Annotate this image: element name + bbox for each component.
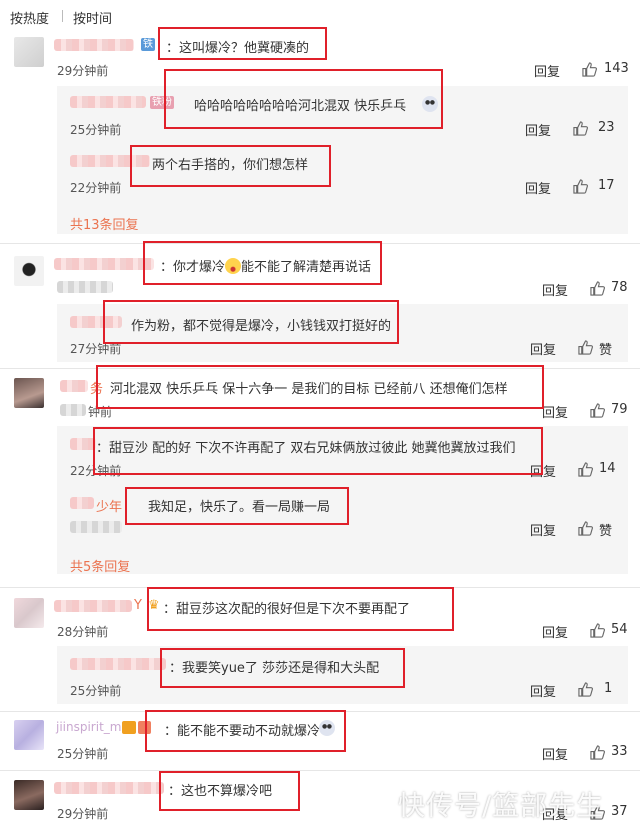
reply-time: 22分钟前 (70, 181, 122, 195)
highlight-box (160, 648, 405, 688)
reply-button[interactable]: 回复 (530, 681, 556, 700)
highlight-box (147, 587, 454, 631)
like-count: 14 (599, 461, 616, 476)
highlight-box (159, 771, 300, 811)
reply-username-blurred[interactable] (70, 96, 146, 108)
avatar[interactable] (14, 256, 44, 286)
username-blurred[interactable] (54, 600, 132, 612)
sort-separator (62, 10, 63, 22)
reply-time-blurred (70, 521, 122, 533)
like-count: 33 (611, 744, 628, 759)
reply-username-blurred[interactable] (70, 658, 166, 670)
username-blurred[interactable] (54, 258, 154, 270)
reply-button[interactable]: 回复 (525, 120, 551, 139)
like-count: 17 (598, 178, 615, 193)
reply-button[interactable]: 回复 (534, 61, 560, 80)
avatar[interactable] (14, 378, 44, 408)
sort-by-hot-tab[interactable]: 按热度 (10, 8, 49, 27)
reply-button[interactable]: 回复 (542, 402, 568, 421)
reply-button[interactable]: 回复 (530, 520, 556, 539)
highlight-box (96, 365, 544, 409)
comment-time-blurred (60, 404, 86, 416)
highlight-box (145, 710, 346, 752)
reply-time: 25分钟前 (70, 123, 122, 137)
like-count: 37 (611, 804, 628, 819)
like-thumb-icon[interactable] (590, 281, 605, 296)
username-blurred[interactable] (54, 782, 164, 794)
like-thumb-icon[interactable] (573, 179, 588, 194)
comment-time: 28分钟前 (57, 625, 109, 639)
username-suffix[interactable]: Y (134, 598, 142, 613)
comment-time: 29分钟前 (57, 64, 109, 78)
like-thumb-icon[interactable] (578, 521, 593, 536)
highlight-box (143, 241, 382, 285)
comment-time: 25分钟前 (57, 747, 109, 761)
sort-bar: 按热度 按时间 (0, 0, 640, 30)
like-count: 23 (598, 120, 615, 135)
like-thumb-icon[interactable] (582, 62, 597, 77)
reply-button[interactable]: 回复 (530, 339, 556, 358)
highlight-box (125, 487, 349, 525)
like-label: 赞 (599, 524, 613, 539)
highlight-box (130, 145, 331, 187)
fan-badge: 铁 (141, 38, 155, 51)
like-count: 1 (604, 681, 613, 696)
like-thumb-icon[interactable] (578, 462, 593, 477)
reply-button[interactable]: 回复 (542, 744, 568, 763)
username-blurred[interactable] (54, 39, 134, 51)
highlight-box (103, 300, 399, 344)
like-label: 赞 (599, 343, 613, 358)
more-replies-link[interactable]: 共13条回复 (70, 214, 139, 233)
reply-username[interactable]: 少年 (96, 496, 122, 515)
like-thumb-icon[interactable] (573, 121, 588, 136)
reply-button[interactable]: 回复 (525, 178, 551, 197)
comment-time: 29分钟前 (57, 807, 109, 821)
like-thumb-icon[interactable] (590, 623, 605, 638)
reply-time: 25分钟前 (70, 684, 122, 698)
watermark: 快传号/篮部先生 (398, 791, 605, 822)
like-count: 78 (611, 280, 628, 295)
comment-time-blurred (57, 281, 113, 293)
like-thumb-icon[interactable] (578, 340, 593, 355)
highlight-box (164, 69, 443, 129)
highlight-box (158, 27, 327, 60)
like-count: 54 (611, 622, 628, 637)
like-count: 143 (604, 61, 629, 76)
username-blurred[interactable] (60, 380, 88, 392)
reply-button[interactable]: 回复 (542, 280, 568, 299)
more-replies-link[interactable]: 共5条回复 (70, 556, 130, 575)
sort-by-time-tab[interactable]: 按时间 (73, 8, 112, 27)
like-thumb-icon[interactable] (578, 682, 593, 697)
reply-username-blurred[interactable] (70, 497, 94, 509)
avatar[interactable] (14, 37, 44, 67)
divider (0, 770, 640, 771)
highlight-box (93, 427, 543, 475)
like-thumb-icon[interactable] (590, 403, 605, 418)
avatar[interactable] (14, 780, 44, 810)
like-thumb-icon[interactable] (590, 745, 605, 760)
reply-button[interactable]: 回复 (542, 622, 568, 641)
vip-badge-icon (122, 721, 136, 734)
avatar[interactable] (14, 720, 44, 750)
avatar[interactable] (14, 598, 44, 628)
username[interactable]: jiinspirit_m (56, 720, 121, 734)
like-count: 79 (611, 402, 628, 417)
